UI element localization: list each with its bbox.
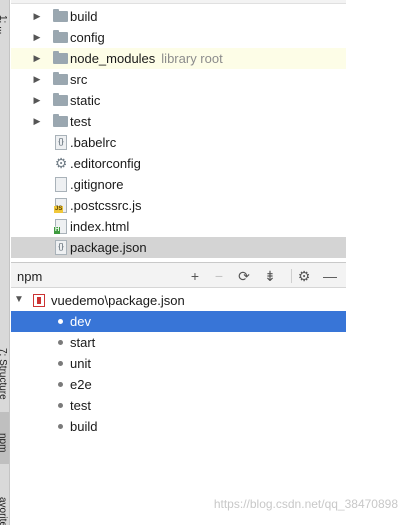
npm-script-dev[interactable]: dev — [11, 311, 346, 332]
refresh-icon[interactable]: ⟳ — [235, 267, 253, 285]
favorites-tool-tab[interactable]: avorites — [0, 480, 9, 525]
script-label: build — [70, 419, 98, 434]
npm-script-tree: ▼ vuedemo\package.json dev start unit e2… — [11, 289, 346, 525]
project-tool-tab[interactable]: 1: ... — [0, 0, 9, 40]
script-bullet-icon — [58, 382, 63, 387]
tree-item-index-html[interactable]: H index.html — [11, 216, 346, 237]
project-tool-tab-label: 1: ... — [0, 14, 8, 34]
npm-script-e2e[interactable]: e2e — [11, 374, 346, 395]
tree-item-label: static — [70, 93, 101, 108]
hide-panel-icon[interactable]: — — [321, 267, 339, 285]
tree-item-label: config — [70, 30, 105, 45]
npm-script-start[interactable]: start — [11, 332, 346, 353]
npm-tool-tab[interactable]: npm — [0, 412, 9, 464]
folder-icon — [53, 93, 68, 106]
tree-scrolled-row — [11, 0, 346, 4]
script-bullet-icon — [58, 319, 63, 324]
npm-package-icon — [33, 294, 45, 307]
script-bullet-icon — [58, 361, 63, 366]
left-tool-strip: 1: ... 7: Structure npm avorites — [0, 0, 10, 525]
chevron-right-icon[interactable]: ▶ — [33, 116, 41, 127]
npm-script-unit[interactable]: unit — [11, 353, 346, 374]
folder-icon — [53, 114, 68, 127]
npm-tool-tab-label: npm — [0, 432, 8, 452]
chevron-right-icon[interactable]: ▶ — [33, 95, 41, 106]
package-label: vuedemo\package.json — [51, 293, 185, 308]
script-label: dev — [70, 314, 91, 329]
tree-item-static[interactable]: ▶ static — [11, 90, 346, 111]
config-file-icon: ⚙ — [54, 154, 68, 171]
tree-item-config[interactable]: ▶ config — [11, 27, 346, 48]
toolbar-divider — [291, 269, 292, 283]
tree-item-package-json[interactable]: {} package.json — [11, 237, 346, 258]
npm-script-build[interactable]: build — [11, 416, 346, 437]
script-bullet-icon — [58, 340, 63, 345]
gear-icon[interactable]: ⚙ — [295, 267, 313, 285]
watermark-text: https://blog.csdn.net/qq_38470898 — [213, 497, 398, 511]
tree-item-node-modules[interactable]: ▶ node_modules library root — [11, 48, 346, 69]
tree-item-label: node_modules library root — [70, 51, 223, 66]
tree-item-gitignore[interactable]: .gitignore — [11, 174, 346, 195]
text-file-icon — [55, 177, 67, 192]
chevron-right-icon[interactable]: ▶ — [33, 74, 41, 85]
project-tree: ▶ build ▶ config ▶ node_modules library r… — [11, 0, 346, 262]
chevron-right-icon[interactable]: ▶ — [33, 11, 41, 22]
tree-item-src[interactable]: ▶ src — [11, 69, 346, 90]
library-root-hint: library root — [161, 51, 223, 66]
npm-script-test[interactable]: test — [11, 395, 346, 416]
chevron-down-icon[interactable]: ▼ — [14, 294, 24, 305]
script-label: start — [70, 335, 96, 350]
tree-item-label: src — [70, 72, 88, 87]
folder-icon — [53, 9, 68, 22]
npm-panel-title: npm — [17, 269, 43, 284]
folder-icon — [53, 30, 68, 43]
tree-item-build[interactable]: ▶ build — [11, 6, 346, 27]
script-label: test — [70, 398, 91, 413]
tree-item-postcssrc[interactable]: JS .postcssrc.js — [11, 195, 346, 216]
tree-item-label: index.html — [70, 219, 130, 234]
json-file-icon: {} — [55, 135, 67, 150]
chevron-right-icon[interactable]: ▶ — [33, 32, 41, 43]
json-file-icon: {} — [55, 240, 67, 255]
tree-item-babelrc[interactable]: {} .babelrc — [11, 132, 346, 153]
structure-tool-tab[interactable]: 7: Structure — [0, 318, 9, 400]
npm-panel-header: npm + − ⟳ ⇟ ⚙ — — [11, 262, 346, 288]
folder-icon — [53, 51, 68, 64]
npm-package-node[interactable]: ▼ vuedemo\package.json — [11, 290, 346, 311]
add-icon[interactable]: + — [186, 267, 204, 285]
tree-item-label: test — [70, 114, 91, 129]
script-label: e2e — [70, 377, 92, 392]
tree-item-label: .editorconfig — [70, 156, 141, 171]
node-modules-label: node_modules — [70, 51, 156, 66]
script-label: unit — [70, 356, 91, 371]
tree-item-label: package.json — [70, 240, 147, 255]
script-bullet-icon — [58, 403, 63, 408]
tree-item-label: .babelrc — [70, 135, 117, 150]
collapse-all-icon[interactable]: ⇟ — [261, 267, 279, 285]
tree-item-editorconfig[interactable]: ⚙ .editorconfig — [11, 153, 346, 174]
favorites-tool-tab-label: avorites — [0, 497, 8, 525]
tree-item-test[interactable]: ▶ test — [11, 111, 346, 132]
js-file-icon: JS — [54, 198, 67, 213]
chevron-right-icon[interactable]: ▶ — [33, 53, 41, 64]
tree-item-label: .gitignore — [70, 177, 124, 192]
tree-item-label: build — [70, 9, 98, 24]
structure-tool-tab-label: 7: Structure — [0, 347, 8, 400]
folder-icon — [53, 72, 68, 85]
remove-icon[interactable]: − — [210, 267, 228, 285]
editor-area-edge — [346, 0, 406, 525]
script-bullet-icon — [58, 424, 63, 429]
html-file-icon: H — [54, 219, 67, 234]
tree-item-label: .postcssrc.js — [70, 198, 142, 213]
